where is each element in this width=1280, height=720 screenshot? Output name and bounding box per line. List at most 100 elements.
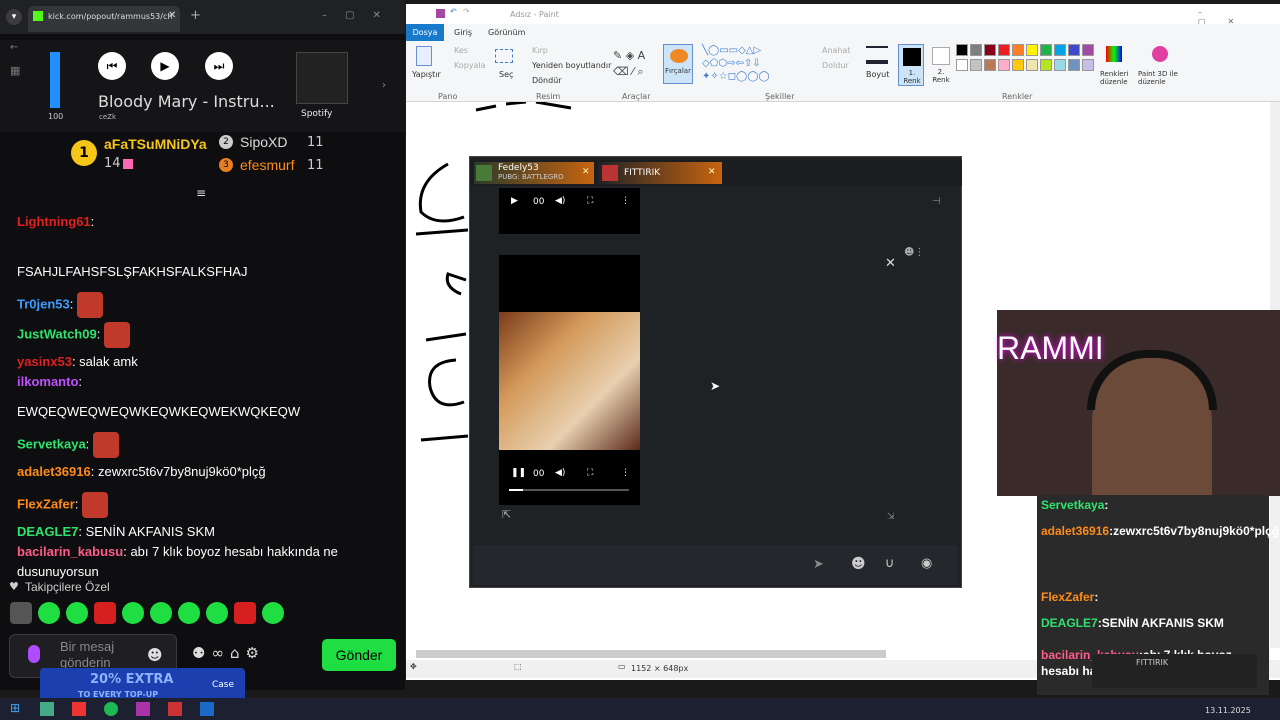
- grid-icon[interactable]: ▦: [10, 64, 20, 77]
- paint3d-label[interactable]: Paint 3D ile düzenle: [1138, 70, 1182, 86]
- palette-swatch[interactable]: [970, 44, 982, 56]
- collapse-icon[interactable]: ≡: [196, 186, 206, 200]
- shapes-gallery[interactable]: ╲◯▭▭◇△▷ ◇⬠⬡⇨⇦⇧⇩ ✦✧☆◻◯◯◯: [702, 44, 802, 84]
- emote[interactable]: [10, 602, 32, 624]
- crop-label[interactable]: Kırp: [532, 46, 548, 55]
- select-icon[interactable]: [495, 49, 513, 63]
- tab-menu-icon[interactable]: ▾: [6, 9, 22, 25]
- chat-username[interactable]: DEAGLE7: [17, 524, 78, 539]
- resize-icon[interactable]: ⇲: [887, 512, 895, 522]
- tab-dosya[interactable]: Dosya: [406, 24, 444, 41]
- back-icon[interactable]: ←: [10, 42, 18, 53]
- paste-icon[interactable]: [416, 46, 432, 66]
- volume-bar[interactable]: [50, 52, 60, 108]
- emote[interactable]: [234, 602, 256, 624]
- chevron-right-icon[interactable]: ›: [382, 80, 386, 91]
- send-icon[interactable]: ➤: [813, 557, 824, 572]
- palette-swatch[interactable]: [1068, 59, 1080, 71]
- play-button[interactable]: ▶: [151, 52, 179, 80]
- color-palette[interactable]: [956, 44, 1096, 86]
- more-icon[interactable]: ⋮: [621, 196, 630, 206]
- tab-close-icon[interactable]: ✕: [168, 10, 176, 21]
- palette-swatch[interactable]: [1026, 59, 1038, 71]
- resize-label[interactable]: Yeniden boyutlandır: [532, 61, 611, 70]
- color1-button[interactable]: 1. Renk: [898, 44, 924, 86]
- palette-swatch[interactable]: [998, 59, 1010, 71]
- app-icon[interactable]: [104, 702, 118, 716]
- emoji-icon[interactable]: ☻: [851, 556, 866, 572]
- select-label[interactable]: Seç: [499, 70, 513, 79]
- mic-icon[interactable]: [28, 645, 40, 663]
- size-icon[interactable]: [866, 46, 888, 64]
- emote[interactable]: [150, 602, 172, 624]
- app-icon[interactable]: [72, 702, 86, 716]
- app-icon[interactable]: [136, 702, 150, 716]
- palette-swatch[interactable]: [970, 59, 982, 71]
- cut-label[interactable]: Kes: [454, 46, 468, 55]
- palette-swatch[interactable]: [998, 44, 1010, 56]
- fullscreen-icon[interactable]: ⛶: [587, 196, 593, 206]
- chat-tools[interactable]: ⚉∞⌂⚙: [192, 644, 312, 662]
- palette-swatch[interactable]: [1082, 59, 1094, 71]
- volume-icon[interactable]: ◀): [555, 196, 565, 206]
- play-icon[interactable]: ▶: [511, 196, 518, 206]
- palette-swatch[interactable]: [1026, 44, 1038, 56]
- horizontal-scrollbar[interactable]: [416, 650, 886, 658]
- chat-username[interactable]: yasinx53: [17, 354, 72, 369]
- emoji-icon[interactable]: ☻: [147, 646, 163, 664]
- gear-icon[interactable]: ⚙: [245, 644, 264, 662]
- palette-swatch[interactable]: [1040, 44, 1052, 56]
- infinity-icon[interactable]: ∞: [211, 644, 230, 662]
- tab-fedely53[interactable]: Fedely53 PUBG: BATTLEGRO ✕: [474, 162, 594, 184]
- popout-icon[interactable]: ⇱: [502, 508, 511, 521]
- palette-swatch[interactable]: [1054, 59, 1066, 71]
- close-icon[interactable]: ✕: [885, 256, 896, 271]
- palette-swatch[interactable]: [984, 59, 996, 71]
- emote[interactable]: [66, 602, 88, 624]
- fill-label[interactable]: Doldur: [822, 61, 849, 70]
- size-label[interactable]: Boyut: [866, 70, 889, 79]
- close-icon[interactable]: ✕: [582, 167, 590, 177]
- color2-button[interactable]: 2. Renk: [928, 44, 954, 86]
- window-controls[interactable]: –▢✕: [322, 10, 399, 21]
- brushes-button[interactable]: Fırçalar: [663, 44, 693, 84]
- outline-label[interactable]: Anahat: [822, 46, 851, 55]
- tab-giris[interactable]: Giriş: [454, 28, 472, 37]
- more-icon[interactable]: ⋮: [621, 468, 630, 478]
- emote[interactable]: [206, 602, 228, 624]
- chat-username[interactable]: FlexZafer: [17, 496, 75, 511]
- edit-colors-label[interactable]: Renkleri düzenle: [1100, 70, 1130, 86]
- palette-swatch[interactable]: [1012, 44, 1024, 56]
- chat-username[interactable]: ilkomanto: [17, 374, 78, 389]
- steam-icon[interactable]: [200, 702, 214, 716]
- rotate-label[interactable]: Döndür: [532, 76, 562, 85]
- attach-icon[interactable]: ∪: [885, 556, 895, 571]
- emote[interactable]: [122, 602, 144, 624]
- new-tab-button[interactable]: +: [190, 8, 201, 23]
- tab-fittirik[interactable]: FITTIRIK ✕: [598, 162, 722, 184]
- windows-start-icon[interactable]: ⊞: [10, 701, 20, 715]
- palette-swatch[interactable]: [1054, 44, 1066, 56]
- chat-username[interactable]: adalet36916: [17, 464, 91, 479]
- pin-icon[interactable]: ⊣: [932, 196, 941, 207]
- emote-bar[interactable]: [10, 602, 290, 624]
- chat-username[interactable]: Lightning61: [17, 214, 91, 229]
- next-button[interactable]: ⏭: [205, 52, 233, 80]
- palette-swatch[interactable]: [1012, 59, 1024, 71]
- chat-username[interactable]: JustWatch09: [17, 326, 97, 341]
- edit-colors-icon[interactable]: [1106, 46, 1122, 62]
- emote[interactable]: [178, 602, 200, 624]
- video-progress[interactable]: [509, 489, 629, 491]
- close-icon[interactable]: ✕: [708, 167, 716, 177]
- previous-button[interactable]: ⏮: [98, 52, 126, 80]
- chat-username[interactable]: Servetkaya: [17, 436, 86, 451]
- video-player-main[interactable]: ❚❚ 00 ◀) ⛶ ⋮: [499, 255, 640, 505]
- palette-swatch[interactable]: [984, 44, 996, 56]
- palette-swatch[interactable]: [956, 59, 968, 71]
- redo-icon[interactable]: ↷: [463, 7, 470, 16]
- location-icon[interactable]: ◉: [921, 556, 932, 571]
- fullscreen-icon[interactable]: ⛶: [587, 468, 593, 478]
- send-button[interactable]: Gönder: [322, 639, 396, 671]
- app-icon[interactable]: [40, 702, 54, 716]
- app-icon[interactable]: [168, 702, 182, 716]
